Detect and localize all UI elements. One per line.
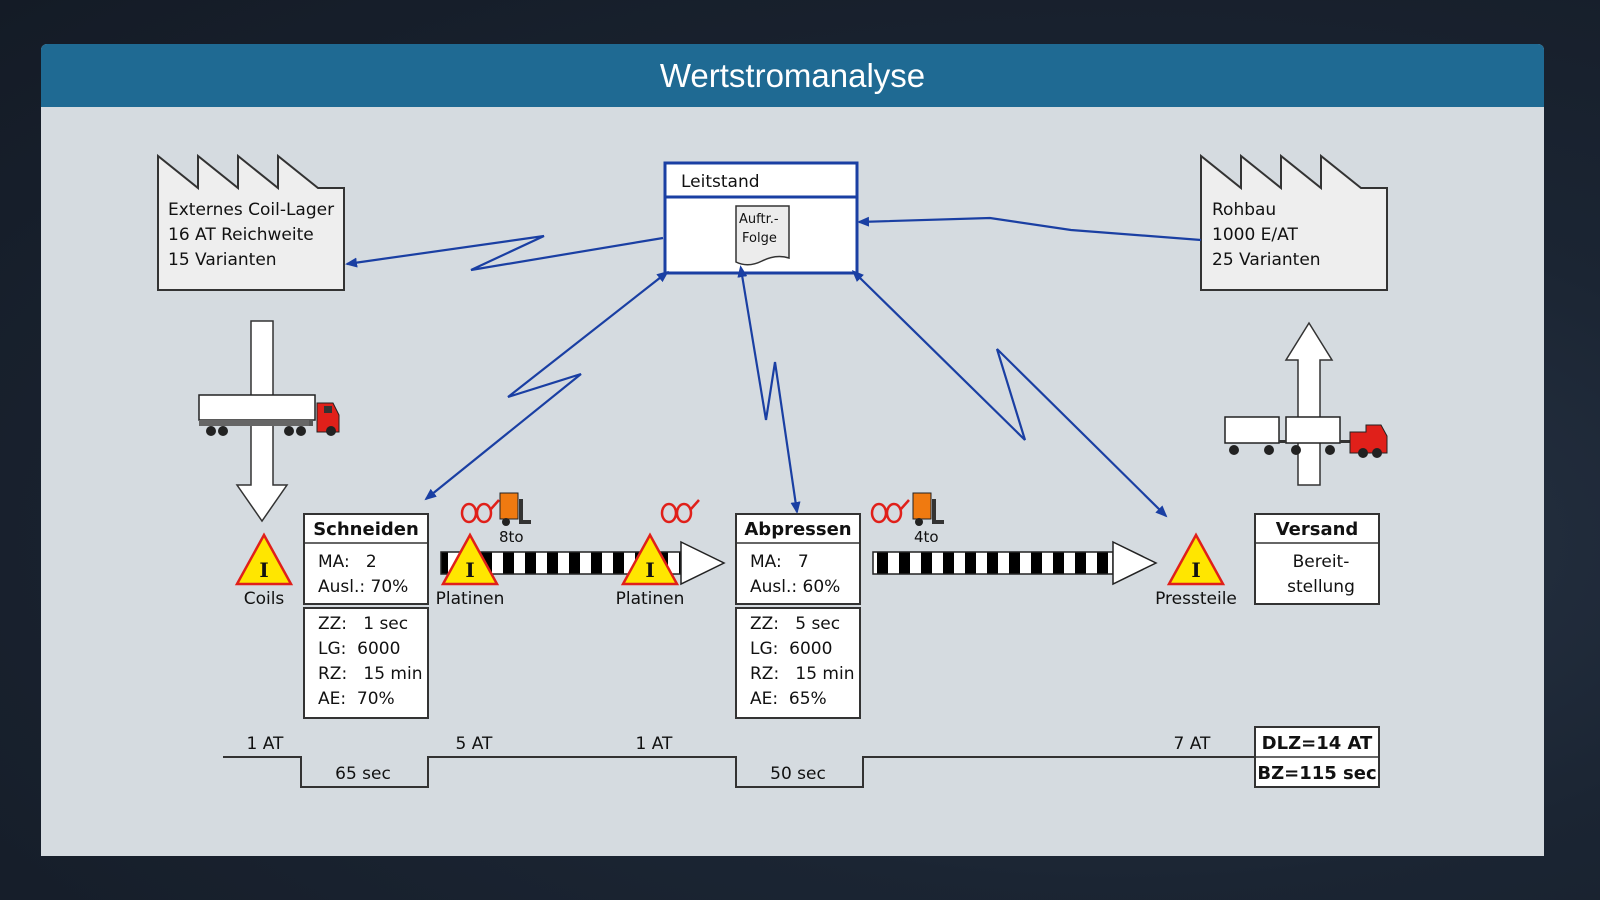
info-flow-to-abpressen bbox=[737, 265, 801, 514]
document-line-1: Auftr.- bbox=[739, 212, 779, 227]
supplier-line-1: Externes Coil-Lager bbox=[168, 200, 334, 220]
process-schneiden: Schneiden MA: 2 Ausl.: 70% ZZ: 1 sec LG:… bbox=[303, 513, 429, 719]
shipping-name: Versand bbox=[1276, 519, 1359, 540]
shipping-line-2: stellung bbox=[1287, 577, 1355, 597]
total-process-time: BZ=115 sec bbox=[1257, 763, 1376, 784]
inventory-pressteile: I Pressteile bbox=[1155, 532, 1237, 609]
document-line-2: Folge bbox=[742, 231, 777, 246]
process-ma: MA: 7 bbox=[750, 552, 809, 572]
inventory-symbol: I bbox=[465, 558, 474, 582]
process-auslastung: Ausl.: 60% bbox=[750, 577, 840, 597]
inventory-label-platinen-2: Platinen bbox=[616, 589, 685, 609]
data-lg: LG: 6000 bbox=[318, 639, 400, 659]
process-name: Schneiden bbox=[313, 519, 419, 540]
wait-time-3: 1 AT bbox=[636, 734, 674, 754]
supplier-line-2: 16 AT Reichweite bbox=[168, 225, 314, 245]
customer-line-2: 1000 E/AT bbox=[1212, 225, 1298, 245]
data-lg: LG: 6000 bbox=[750, 639, 832, 659]
customer-factory: Rohbau 1000 E/AT 25 Varianten bbox=[1200, 153, 1388, 291]
data-rz: RZ: 15 min bbox=[750, 664, 855, 684]
total-lead-time: DLZ=14 AT bbox=[1262, 733, 1373, 754]
timeline: 1 AT 5 AT 1 AT 7 AT 65 sec 50 sec DLZ=14… bbox=[223, 726, 1380, 788]
inventory-label-coils: Coils bbox=[244, 589, 285, 609]
inventory-symbol: I bbox=[1191, 558, 1200, 582]
data-ae: AE: 70% bbox=[318, 689, 395, 709]
process-time-2: 50 sec bbox=[770, 764, 826, 784]
process-ma: MA: 2 bbox=[318, 552, 377, 572]
supplier-factory: Externes Coil-Lager 16 AT Reichweite 15 … bbox=[157, 153, 345, 291]
forklift-load-1: 8to bbox=[499, 528, 524, 546]
push-arrow-icon bbox=[680, 540, 726, 586]
info-flow-to-supplier bbox=[345, 234, 664, 272]
wait-time-2: 5 AT bbox=[456, 734, 494, 754]
wait-time-4: 7 AT bbox=[1174, 734, 1212, 754]
supplier-shipment bbox=[198, 320, 340, 523]
forklift-load-2: 4to bbox=[914, 528, 939, 546]
data-rz: RZ: 15 min bbox=[318, 664, 423, 684]
data-zz: ZZ: 1 sec bbox=[318, 614, 408, 634]
customer-line-1: Rohbau bbox=[1212, 200, 1276, 220]
process-name: Abpressen bbox=[744, 519, 851, 540]
data-zz: ZZ: 5 sec bbox=[750, 614, 840, 634]
customer-shipment bbox=[1224, 321, 1388, 486]
glasses-icon bbox=[870, 499, 910, 524]
process-time-1: 65 sec bbox=[335, 764, 391, 784]
control-title: Leitstand bbox=[681, 172, 760, 192]
supplier-line-3: 15 Varianten bbox=[168, 250, 277, 270]
inventory-coils: I Coils bbox=[234, 532, 294, 609]
process-auslastung: Ausl.: 70% bbox=[318, 577, 408, 597]
process-abpressen: Abpressen MA: 7 Ausl.: 60% ZZ: 5 sec LG:… bbox=[735, 513, 861, 719]
forklift-icon bbox=[912, 492, 944, 526]
push-arrow-2 bbox=[872, 540, 1158, 586]
forklift-icon bbox=[499, 492, 531, 526]
glasses-icon bbox=[660, 499, 700, 524]
inventory-symbol: I bbox=[259, 558, 268, 582]
value-stream-map: Externes Coil-Lager 16 AT Reichweite 15 … bbox=[157, 153, 1388, 788]
info-flow-to-pressteile bbox=[851, 269, 1168, 518]
control-box: Leitstand Auftr.- Folge bbox=[663, 161, 859, 275]
shipment-arrow-up-icon bbox=[1284, 321, 1334, 486]
info-flow-from-customer bbox=[857, 216, 1202, 242]
inventory-symbol: I bbox=[645, 558, 654, 582]
push-arrow-icon bbox=[1112, 540, 1158, 586]
info-flow-to-schneiden bbox=[424, 270, 669, 501]
slide: Wertstromanalyse Externes Coil-Lager 16 … bbox=[41, 44, 1544, 856]
inventory-label-pressteile: Pressteile bbox=[1155, 589, 1237, 609]
data-ae: AE: 65% bbox=[750, 689, 827, 709]
glasses-icon bbox=[460, 499, 500, 524]
shipping-versand: Versand Bereit- stellung bbox=[1254, 513, 1380, 605]
inventory-label-platinen-1: Platinen bbox=[436, 589, 505, 609]
customer-line-3: 25 Varianten bbox=[1212, 250, 1321, 270]
wait-time-1: 1 AT bbox=[247, 734, 285, 754]
shipping-line-1: Bereit- bbox=[1293, 552, 1350, 572]
